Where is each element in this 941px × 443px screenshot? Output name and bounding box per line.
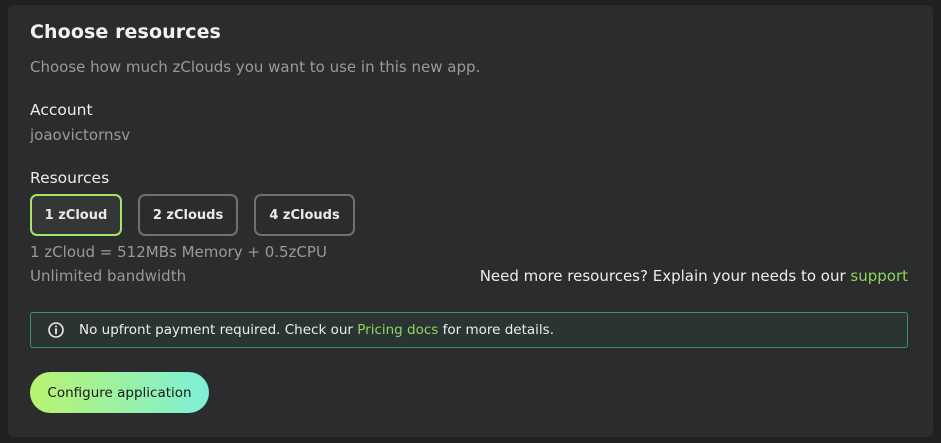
configure-application-button[interactable]: Configure application bbox=[30, 372, 209, 413]
page-title: Choose resources bbox=[30, 21, 221, 43]
account-value: joaovictornsv bbox=[30, 126, 131, 144]
support-link[interactable]: support bbox=[850, 267, 908, 285]
account-label: Account bbox=[30, 101, 93, 119]
bandwidth-info: Unlimited bandwidth bbox=[30, 267, 187, 285]
option-2-zclouds[interactable]: 2 zClouds bbox=[138, 194, 238, 236]
resources-help-text: Need more resources? Explain your needs … bbox=[479, 267, 851, 285]
resources-help: Need more resources? Explain your needs … bbox=[480, 267, 908, 285]
zcloud-spec: 1 zCloud = 512MBs Memory + 0.5zCPU bbox=[30, 243, 327, 261]
pricing-docs-link[interactable]: Pricing docs bbox=[357, 322, 438, 338]
option-4-zclouds[interactable]: 4 zClouds bbox=[254, 194, 355, 236]
payment-notice: No upfront payment required. Check our P… bbox=[30, 312, 908, 348]
page-subtitle: Choose how much zClouds you want to use … bbox=[30, 58, 481, 76]
info-icon bbox=[47, 321, 65, 339]
resources-label: Resources bbox=[30, 169, 110, 187]
option-1-zcloud[interactable]: 1 zCloud bbox=[30, 194, 122, 236]
notice-text-after: for more details. bbox=[438, 322, 555, 338]
choose-resources-card: Choose resources Choose how much zClouds… bbox=[8, 5, 933, 437]
notice-text-before: No upfront payment required. Check our bbox=[79, 322, 358, 338]
